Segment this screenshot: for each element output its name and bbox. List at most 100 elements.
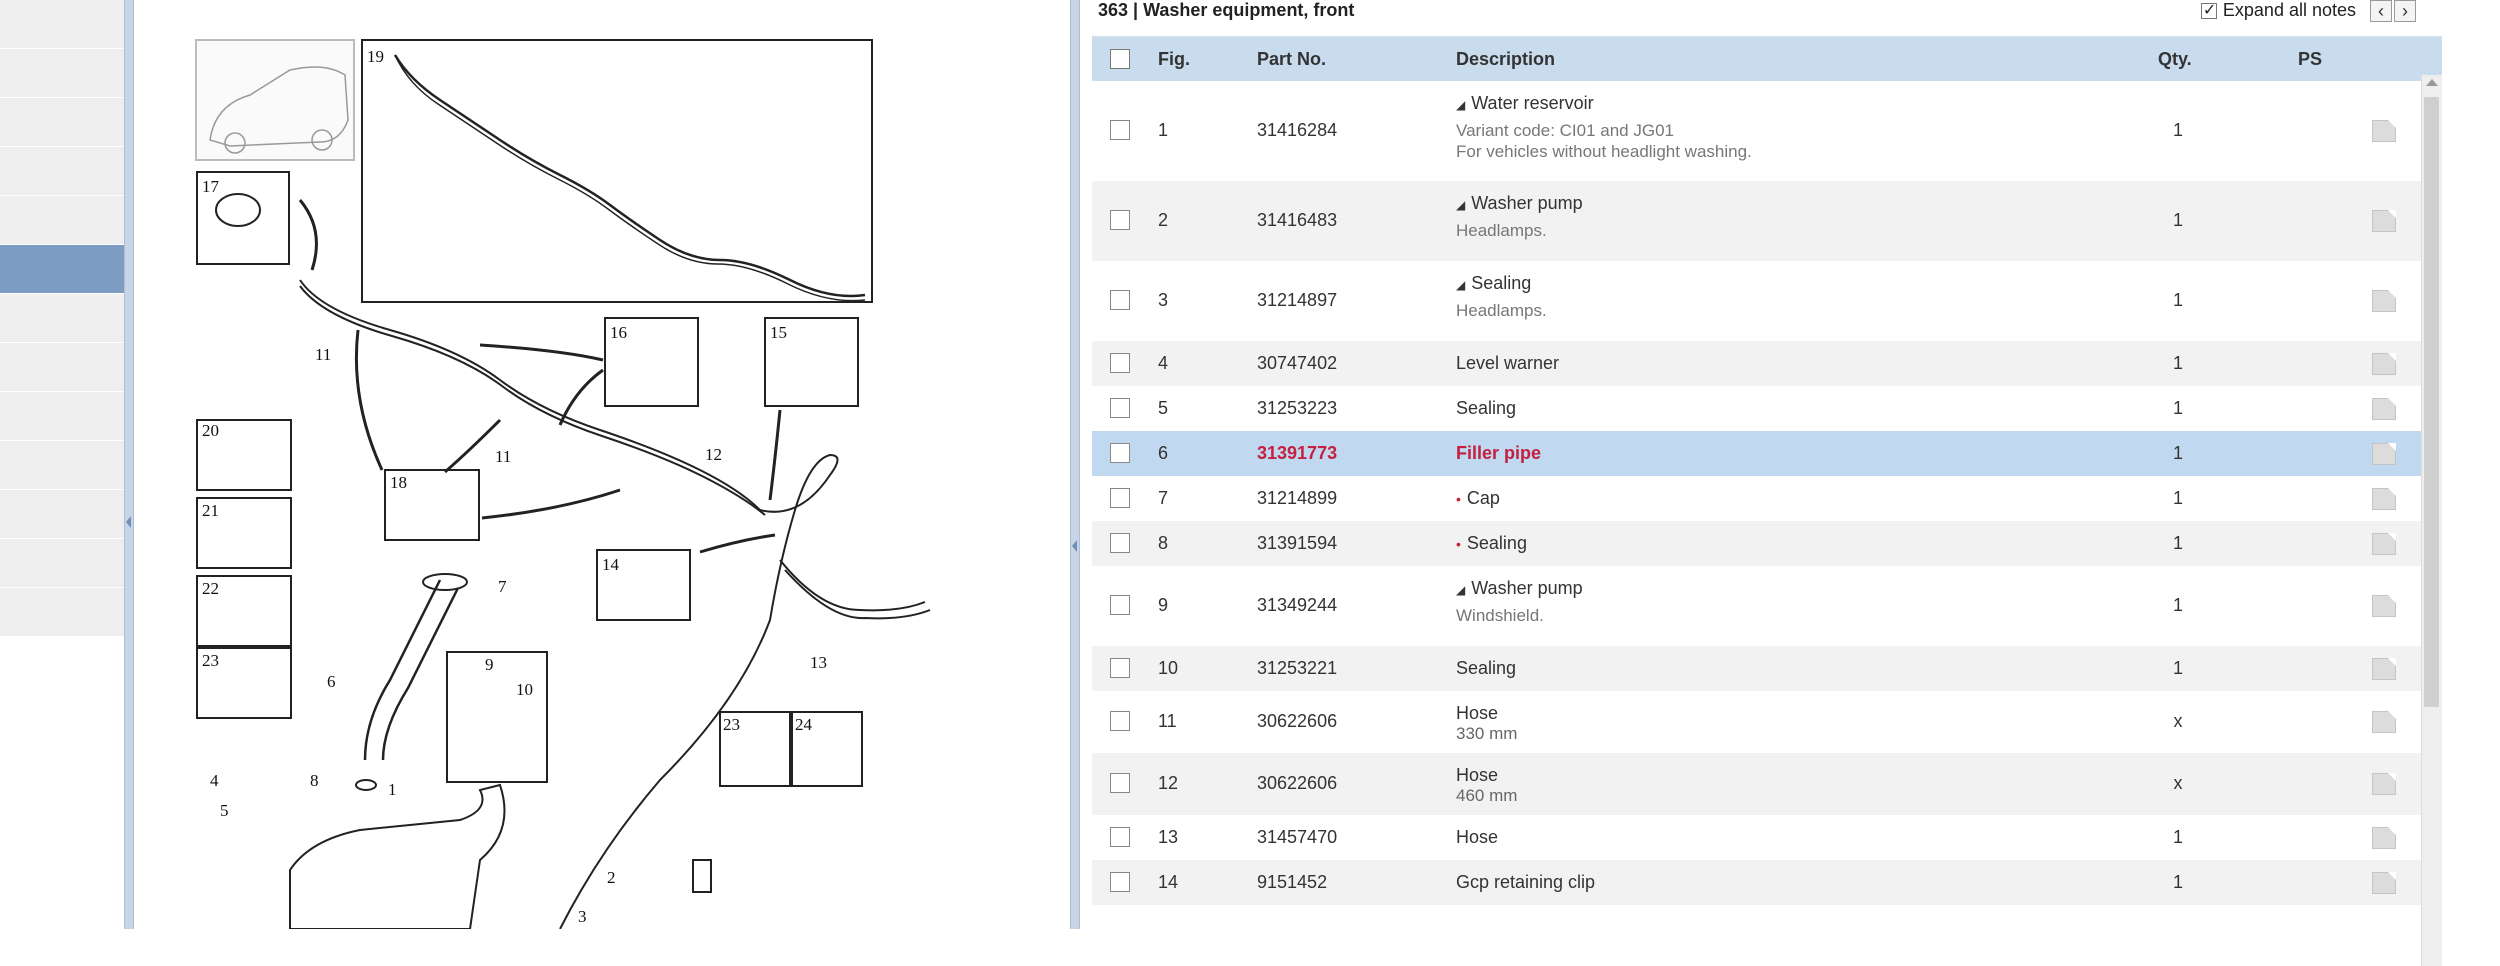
nav-item[interactable] [0,343,124,392]
note-page-icon[interactable] [2372,120,2396,142]
callout-label: 18 [390,473,407,492]
next-button[interactable]: › [2394,0,2416,22]
table-row[interactable]: 7 31214899 • Cap 1 [1092,476,2442,521]
row-checkbox[interactable] [1110,826,1130,847]
nav-item-active[interactable] [0,245,124,294]
expand-triangle-icon[interactable]: ◢ [1456,583,1465,597]
cell-part-number[interactable]: 30622606 [1257,711,1337,732]
column-header-description[interactable]: Description [1456,49,1555,70]
row-checkbox[interactable] [1110,657,1130,678]
note-page-icon[interactable] [2372,532,2396,555]
select-all-checkbox[interactable] [1110,49,1130,69]
row-checkbox[interactable] [1110,871,1130,892]
cell-part-number[interactable]: 31457470 [1257,827,1337,848]
panel-header: 363 | Washer equipment, front Expand all… [1090,0,2436,30]
table-row[interactable]: 5 31253223 Sealing 1 [1092,386,2442,431]
previous-button[interactable]: ‹ [2370,0,2392,22]
row-checkbox[interactable] [1110,487,1130,508]
nav-item[interactable] [0,539,124,588]
nav-item[interactable] [0,392,124,441]
description-text: Hose [1456,826,1499,847]
collapse-left-icon[interactable] [126,516,131,528]
note-page-icon[interactable] [2372,290,2396,312]
nav-item[interactable] [0,147,124,196]
note-page-icon[interactable] [2372,442,2396,465]
expand-triangle-icon[interactable]: ◢ [1456,98,1465,112]
cell-fig: 9 [1158,595,1169,615]
table-row[interactable]: 9 31349244 ◢ Washer pump Windshield. 1 [1092,566,2442,646]
table-row[interactable]: 13 31457470 Hose 1 [1092,815,2442,860]
row-checkbox[interactable] [1110,532,1130,553]
center-splitter[interactable] [1070,0,1080,929]
cell-part-number[interactable]: 30747402 [1257,353,1337,374]
expand-all-notes-checkbox[interactable] [2200,0,2217,20]
nav-item[interactable] [0,49,124,98]
cell-qty: 1 [2172,826,2183,847]
note-page-icon[interactable] [2372,210,2396,232]
cell-part-number[interactable]: 30622606 [1257,773,1337,794]
vertical-scrollbar[interactable] [2421,75,2442,966]
row-checkbox[interactable] [1110,595,1130,615]
nav-item[interactable] [0,196,124,245]
note-page-icon[interactable] [2372,711,2396,733]
column-header-part-no[interactable]: Part No. [1257,49,1326,70]
nav-item[interactable] [0,490,124,539]
collapse-left-icon[interactable] [1072,540,1077,552]
note-page-icon[interactable] [2372,826,2396,849]
column-header-ps[interactable]: PS [2298,49,2322,70]
table-row[interactable]: 14 9151452 Gcp retaining clip 1 [1092,860,2442,905]
table-row[interactable]: 4 30747402 Level warner 1 [1092,341,2442,386]
row-checkbox[interactable] [1110,352,1130,373]
note-page-icon[interactable] [2372,487,2396,510]
row-checkbox[interactable] [1110,210,1130,230]
nav-item[interactable] [0,294,124,343]
row-checkbox[interactable] [1110,711,1130,731]
note-page-icon[interactable] [2372,595,2396,617]
note-page-icon[interactable] [2372,397,2396,420]
pager: ‹ › [2370,0,2416,22]
cell-part-number[interactable]: 9151452 [1257,872,1327,893]
nav-item[interactable] [0,588,124,637]
cell-part-number[interactable]: 31253221 [1257,658,1337,679]
cell-part-number[interactable]: 31416284 [1257,120,1337,141]
table-row[interactable]: 3 31214897 ◢ Sealing Headlamps. 1 [1092,261,2442,341]
scrollbar-thumb[interactable] [2424,97,2439,707]
note-page-icon[interactable] [2372,773,2396,795]
expand-triangle-icon[interactable]: ◢ [1456,198,1465,212]
expand-triangle-icon[interactable]: ◢ [1456,278,1465,292]
cell-part-number[interactable]: 31391594 [1257,533,1337,554]
row-checkbox[interactable] [1110,773,1130,793]
note-page-icon[interactable] [2372,657,2396,680]
nav-item[interactable] [0,0,124,49]
table-row[interactable]: 2 31416483 ◢ Washer pump Headlamps. 1 [1092,181,2442,261]
column-header-qty[interactable]: Qty. [2158,49,2192,70]
column-header-fig[interactable]: Fig. [1158,49,1190,70]
cell-fig: 3 [1158,290,1169,310]
row-checkbox[interactable] [1110,442,1130,463]
note-page-icon[interactable] [2372,352,2396,375]
nav-item[interactable] [0,441,124,490]
table-row[interactable]: 6 31391773 Filler pipe 1 [1092,431,2442,476]
expand-all-notes-toggle[interactable]: Expand all notes [2200,0,2356,21]
left-splitter[interactable] [124,0,134,929]
table-row[interactable]: 11 30622606 Hose 330 mm x [1092,691,2442,753]
row-checkbox[interactable] [1110,290,1130,310]
scroll-up-icon[interactable] [2426,79,2438,86]
table-row[interactable]: 12 30622606 Hose 460 mm x [1092,753,2442,815]
cell-part-number[interactable]: 31253223 [1257,398,1337,419]
cell-part-number[interactable]: 31214897 [1257,290,1337,311]
cell-part-number[interactable]: 31349244 [1257,595,1337,616]
nav-item[interactable] [0,98,124,147]
row-checkbox[interactable] [1110,120,1130,140]
table-row[interactable]: 8 31391594 • Sealing 1 [1092,521,2442,566]
cell-part-number[interactable]: 31214899 [1257,488,1337,509]
description-text: Filler pipe [1456,442,1542,463]
note-page-icon[interactable] [2372,871,2396,894]
cell-description: Hose [1456,827,1498,848]
table-row[interactable]: 1 31416284 ◢ Water reservoir Variant code: C… [1092,81,2442,181]
cell-fig: 10 [1158,657,1179,678]
table-row[interactable]: 10 31253221 Sealing 1 [1092,646,2442,691]
row-checkbox[interactable] [1110,397,1130,418]
cell-part-number[interactable]: 31391773 [1257,443,1337,464]
cell-part-number[interactable]: 31416483 [1257,210,1337,231]
